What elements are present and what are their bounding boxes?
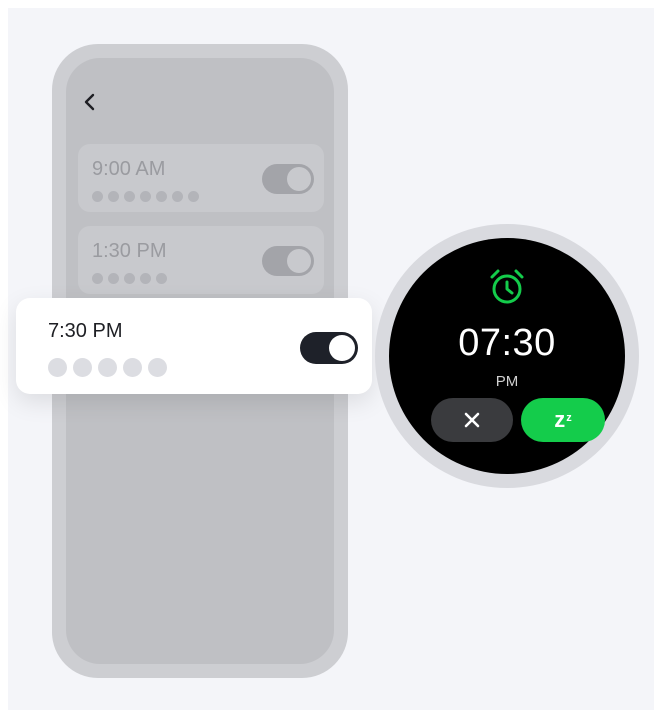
snooze-label-sup: z [566, 412, 572, 424]
weekday-dot [98, 358, 117, 377]
alarm-card[interactable]: 1:30 PM [78, 226, 324, 294]
weekday-dot [92, 191, 103, 202]
toggle-knob [287, 249, 311, 273]
close-icon [464, 412, 480, 428]
alarm-toggle[interactable] [262, 246, 314, 276]
weekday-dots [92, 273, 167, 284]
weekday-dot [172, 191, 183, 202]
canvas: 9:00 AM 1:30 PM 7:30 PM 07:30 PM z z [8, 8, 654, 710]
weekday-dot [124, 273, 135, 284]
alarm-time: 1:30 PM [92, 240, 167, 262]
weekday-dot [48, 358, 67, 377]
snooze-button[interactable]: zz [521, 398, 605, 442]
chevron-left-icon [84, 93, 95, 111]
alarm-clock-icon [490, 269, 524, 304]
toggle-knob [287, 167, 311, 191]
alarm-time: 7:30 PM [48, 320, 123, 342]
weekday-dot [156, 273, 167, 284]
alarm-toggle[interactable] [262, 164, 314, 194]
snooze-label: z [554, 407, 566, 432]
alarm-toggle-on[interactable] [300, 332, 358, 364]
toggle-knob [329, 335, 355, 361]
weekday-dot [140, 273, 151, 284]
watch-ampm: PM [495, 373, 519, 390]
highlighted-alarm-card[interactable]: 7:30 PM [16, 298, 372, 394]
weekday-dot [123, 358, 142, 377]
weekday-dot [108, 273, 119, 284]
weekday-dot [124, 191, 135, 202]
back-button[interactable] [76, 88, 104, 116]
alarm-time: 9:00 AM [92, 158, 166, 180]
weekday-dot [92, 273, 103, 284]
alarm-card[interactable]: 9:00 AM [78, 144, 324, 212]
watch-face: 07:30 PM zz [389, 238, 625, 474]
watch-bezel: 07:30 PM zz [375, 224, 639, 488]
watch-time: 07:30 [458, 322, 556, 364]
weekday-dot [140, 191, 151, 202]
weekday-dot [148, 358, 167, 377]
weekday-dot [73, 358, 92, 377]
dismiss-button[interactable] [431, 398, 513, 442]
weekday-dots [92, 191, 199, 202]
weekday-dots [48, 358, 167, 377]
weekday-dot [108, 191, 119, 202]
weekday-dot [156, 191, 167, 202]
weekday-dot [188, 191, 199, 202]
